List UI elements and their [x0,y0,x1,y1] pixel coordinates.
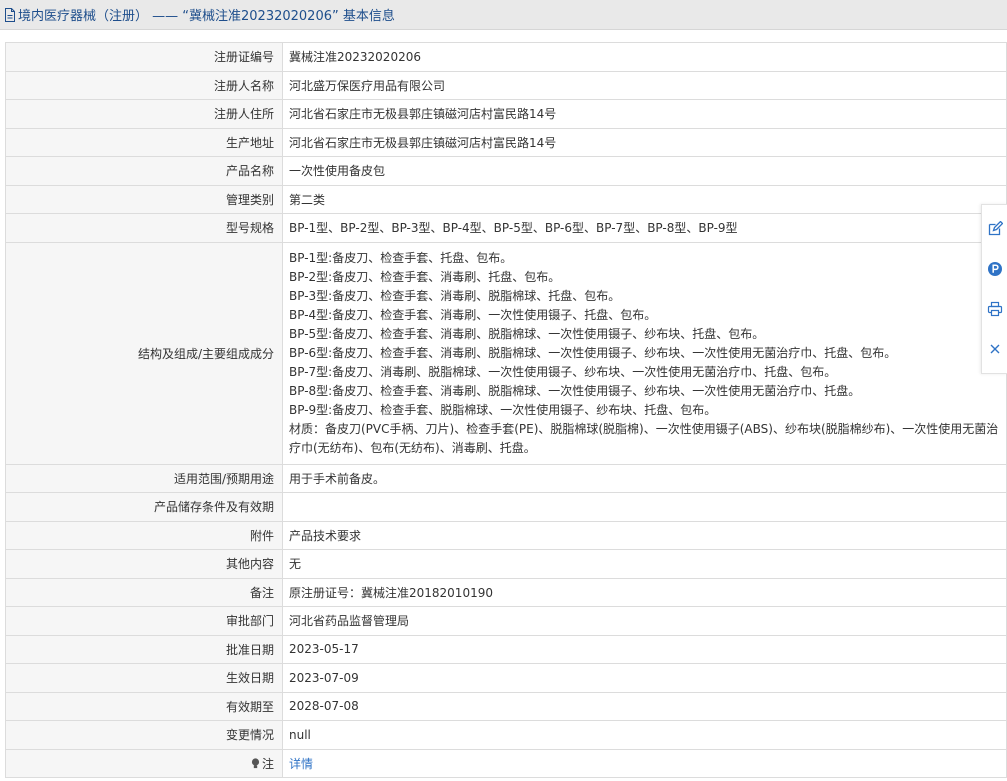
field-value: 2023-05-17 [282,634,1007,664]
table-row: 产品名称 一次性使用备皮包 [5,156,1007,186]
note-label: 注 [261,756,274,771]
field-label: 产品名称 [5,156,283,186]
field-label: 生效日期 [5,663,283,693]
note-label-cell: 注 [5,748,283,778]
table-row: 适用范围/预期用途 用于手术前备皮。 [5,463,1007,493]
field-value: 产品技术要求 [282,520,1007,550]
floating-toolbar [981,204,1007,374]
print-icon[interactable] [986,300,1004,318]
field-label: 管理类别 [5,184,283,214]
edit-icon[interactable] [986,220,1004,238]
table-row: 附件 产品技术要求 [5,520,1007,550]
composition-line: BP-4型:备皮刀、检查手套、消毒刷、一次性使用镊子、托盘、包布。 [289,307,657,322]
table-row: 生产地址 河北省石家庄市无极县郭庄镇磁河店村富民路14号 [5,127,1007,157]
field-value: 原注册证号：冀械注准20182010190 [282,577,1007,607]
composition-value: BP-1型:备皮刀、检查手套、托盘、包布。 BP-2型:备皮刀、检查手套、消毒刷… [282,241,1007,465]
details-link[interactable]: 详情 [289,757,313,771]
field-label: 批准日期 [5,634,283,664]
table-row: 审批部门 河北省药品监督管理局 [5,606,1007,636]
composition-line: BP-9型:备皮刀、检查手套、脱脂棉球、一次性使用镊子、纱布块、托盘、包布。 [289,402,717,417]
field-label: 型号规格 [5,213,283,243]
field-value [282,492,1007,522]
table-row: 其他内容 无 [5,549,1007,579]
composition-line: BP-2型:备皮刀、检查手套、消毒刷、托盘、包布。 [289,269,561,284]
note-value: 详情 [282,748,1007,778]
lightbulb-icon [251,758,260,772]
composition-line: BP-6型:备皮刀、检查手套、消毒刷、脱脂棉球、一次性使用镊子、纱布块、一次性使… [289,345,897,360]
field-label: 注册人住所 [5,99,283,129]
parking-icon[interactable] [986,260,1004,278]
field-label: 审批部门 [5,606,283,636]
field-value: 2023-07-09 [282,663,1007,693]
field-value: 2028-07-08 [282,691,1007,721]
table-row-composition: 结构及组成/主要组成成分 BP-1型:备皮刀、检查手套、托盘、包布。 BP-2型… [5,241,1007,465]
field-label: 有效期至 [5,691,283,721]
field-value: 河北省石家庄市无极县郭庄镇磁河店村富民路14号 [282,99,1007,129]
page-header: 境内医疗器械（注册） —— “冀械注准20232020206” 基本信息 [0,0,1007,30]
field-label: 备注 [5,577,283,607]
composition-material: 材质：备皮刀(PVC手柄、刀片)、检查手套(PE)、脱脂棉球(脱脂棉)、一次性使… [289,421,999,455]
field-label: 注册人名称 [5,70,283,100]
document-icon [4,7,16,22]
field-label: 结构及组成/主要组成成分 [5,241,283,465]
table-row: 型号规格 BP-1型、BP-2型、BP-3型、BP-4型、BP-5型、BP-6型… [5,213,1007,243]
table-row: 管理类别 第二类 [5,184,1007,214]
composition-line: BP-1型:备皮刀、检查手套、托盘、包布。 [289,250,513,265]
table-row-note: 注 详情 [5,748,1007,778]
field-label: 注册证编号 [5,42,283,72]
field-value: BP-1型、BP-2型、BP-3型、BP-4型、BP-5型、BP-6型、BP-7… [282,213,1007,243]
field-value: 河北盛万保医疗用品有限公司 [282,70,1007,100]
field-label: 附件 [5,520,283,550]
table-row: 产品储存条件及有效期 [5,492,1007,522]
field-value: 一次性使用备皮包 [282,156,1007,186]
table-row: 有效期至 2028-07-08 [5,691,1007,721]
close-icon[interactable] [986,340,1004,358]
composition-line: BP-5型:备皮刀、检查手套、消毒刷、脱脂棉球、一次性使用镊子、纱布块、托盘、包… [289,326,765,341]
composition-line: BP-3型:备皮刀、检查手套、消毒刷、脱脂棉球、托盘、包布。 [289,288,621,303]
page-title: 境内医疗器械（注册） —— “冀械注准20232020206” 基本信息 [18,9,395,24]
field-value: 冀械注准20232020206 [282,42,1007,72]
field-value: null [282,720,1007,750]
field-value: 河北省石家庄市无极县郭庄镇磁河店村富民路14号 [282,127,1007,157]
field-label: 其他内容 [5,549,283,579]
field-value: 河北省药品监督管理局 [282,606,1007,636]
field-value: 用于手术前备皮。 [282,463,1007,493]
table-row: 批准日期 2023-05-17 [5,634,1007,664]
composition-line: BP-8型:备皮刀、检查手套、消毒刷、脱脂棉球、一次性使用镊子、纱布块、一次性使… [289,383,861,398]
field-value: 第二类 [282,184,1007,214]
table-row: 变更情况 null [5,720,1007,750]
field-label: 生产地址 [5,127,283,157]
table-row: 注册人名称 河北盛万保医疗用品有限公司 [5,70,1007,100]
table-row: 生效日期 2023-07-09 [5,663,1007,693]
table-row: 注册证编号 冀械注准20232020206 [5,42,1007,72]
field-label: 适用范围/预期用途 [5,463,283,493]
table-row: 注册人住所 河北省石家庄市无极县郭庄镇磁河店村富民路14号 [5,99,1007,129]
composition-line: BP-7型:备皮刀、消毒刷、脱脂棉球、一次性使用镊子、纱布块、一次性使用无菌治疗… [289,364,837,379]
field-label: 产品储存条件及有效期 [5,492,283,522]
field-label: 变更情况 [5,720,283,750]
table-row: 备注 原注册证号：冀械注准20182010190 [5,577,1007,607]
info-table: 注册证编号 冀械注准20232020206 注册人名称 河北盛万保医疗用品有限公… [5,42,1007,778]
field-value: 无 [282,549,1007,579]
